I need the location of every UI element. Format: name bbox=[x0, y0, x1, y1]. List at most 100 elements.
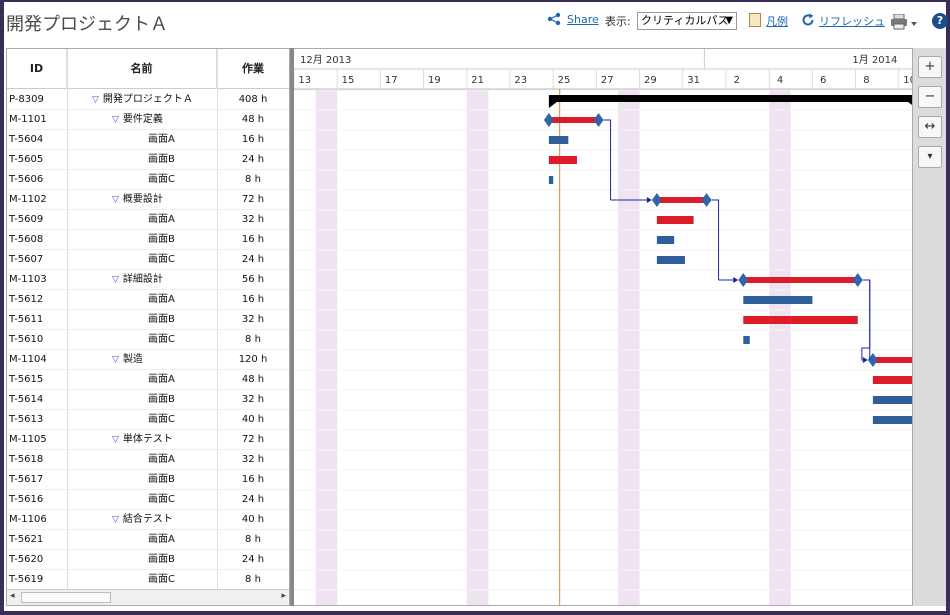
collapse-toggle-icon[interactable]: ▽ bbox=[112, 515, 119, 525]
table-row[interactable]: T-5612 画面A 16 h bbox=[7, 290, 289, 310]
scroll-left-icon[interactable]: ◂ bbox=[10, 591, 15, 601]
day-label: 8 bbox=[863, 75, 869, 86]
table-row[interactable]: T-5609 画面A 32 h bbox=[7, 210, 289, 230]
table-row[interactable]: T-5618 画面A 32 h bbox=[7, 450, 289, 470]
milestone-diamond bbox=[852, 273, 863, 287]
critical-bar bbox=[743, 277, 858, 283]
row-name-text: 概要設計 bbox=[122, 194, 163, 205]
collapse-toggle-icon[interactable]: ▽ bbox=[92, 95, 99, 105]
table-row[interactable]: T-5613 画面C 40 h bbox=[7, 410, 289, 430]
scrollbar-thumb[interactable] bbox=[21, 592, 111, 603]
critical-bar bbox=[656, 197, 707, 203]
table-row[interactable]: P-8309 ▽ 開発プロジェクトＡ 408 h bbox=[7, 90, 289, 110]
table-row[interactable]: M-1102 ▽ 概要設計 72 h bbox=[7, 190, 289, 210]
table-row[interactable]: M-1103 ▽ 詳細設計 56 h bbox=[7, 270, 289, 290]
day-label: 23 bbox=[514, 75, 527, 86]
fit-width-button[interactable]: ↔ bbox=[918, 116, 942, 138]
row-name-text: 画面B bbox=[148, 554, 175, 565]
collapse-toggle-icon[interactable]: ▽ bbox=[112, 115, 119, 125]
table-row[interactable]: M-1105 ▽ 単体テスト 72 h bbox=[7, 430, 289, 450]
zoom-in-button[interactable]: + bbox=[918, 56, 942, 78]
table-row[interactable]: T-5614 画面B 32 h bbox=[7, 390, 289, 410]
collapse-toggle-icon[interactable]: ▽ bbox=[112, 195, 119, 205]
row-name-text: 画面C bbox=[148, 574, 175, 585]
task-bar bbox=[548, 136, 569, 144]
row-id: T-5614 bbox=[9, 394, 44, 405]
table-row[interactable]: T-5619 画面C 8 h bbox=[7, 570, 289, 590]
day-label: 27 bbox=[601, 75, 614, 86]
collapse-toggle-icon[interactable]: ▽ bbox=[112, 275, 119, 285]
help-icon[interactable]: ? bbox=[932, 13, 948, 29]
row-id: M-1102 bbox=[9, 194, 47, 205]
table-row[interactable]: M-1106 ▽ 結合テスト 40 h bbox=[7, 510, 289, 530]
column-header-id[interactable]: ID bbox=[7, 49, 67, 89]
row-work: 408 h bbox=[238, 94, 268, 105]
milestone-diamond bbox=[701, 193, 712, 207]
view-select[interactable]: クリティカルパス ▼ bbox=[637, 12, 737, 30]
table-row[interactable]: T-5607 画面C 24 h bbox=[7, 250, 289, 270]
table-row[interactable]: T-5615 画面A 48 h bbox=[7, 370, 289, 390]
row-work: 8 h bbox=[245, 334, 261, 345]
column-header-name[interactable]: 名前 bbox=[67, 49, 217, 89]
row-id: T-5604 bbox=[9, 134, 44, 145]
refresh-link[interactable]: リフレッシュ bbox=[819, 13, 885, 29]
print-icon[interactable] bbox=[891, 14, 919, 30]
weekend-shade bbox=[466, 89, 489, 605]
table-row[interactable]: M-1104 ▽ 製造 120 h bbox=[7, 350, 289, 370]
row-work: 24 h bbox=[241, 254, 265, 265]
grid-header: ID 名前 作業 bbox=[7, 49, 289, 89]
table-row[interactable]: T-5616 画面C 24 h bbox=[7, 490, 289, 510]
scroll-right-icon[interactable]: ▸ bbox=[281, 591, 286, 601]
row-name-text: 結合テスト bbox=[122, 514, 173, 525]
critical-bar bbox=[548, 117, 599, 123]
row-work: 72 h bbox=[241, 434, 265, 445]
grid-horizontal-scrollbar[interactable]: ◂ ▸ bbox=[7, 589, 289, 605]
zoom-menu-button[interactable]: ▾ bbox=[918, 146, 942, 168]
zoom-out-button[interactable]: − bbox=[918, 86, 942, 108]
refresh-icon[interactable] bbox=[801, 13, 815, 27]
row-id: T-5617 bbox=[9, 474, 44, 485]
critical-bar bbox=[872, 376, 912, 384]
page-title: 開発プロジェクトＡ bbox=[6, 14, 168, 35]
table-row[interactable]: T-5610 画面C 8 h bbox=[7, 330, 289, 350]
row-id: T-5608 bbox=[9, 234, 44, 245]
collapse-toggle-icon[interactable]: ▽ bbox=[112, 355, 119, 365]
row-name-text: 画面A bbox=[148, 134, 175, 145]
table-row[interactable]: T-5604 画面A 16 h bbox=[7, 130, 289, 150]
table-row[interactable]: T-5620 画面B 24 h bbox=[7, 550, 289, 570]
table-row[interactable]: T-5621 画面A 8 h bbox=[7, 530, 289, 550]
row-work: 72 h bbox=[241, 194, 265, 205]
legend-link[interactable]: 凡例 bbox=[766, 13, 788, 29]
table-row[interactable]: T-5605 画面B 24 h bbox=[7, 150, 289, 170]
row-id: M-1106 bbox=[9, 514, 47, 525]
column-header-work[interactable]: 作業 bbox=[217, 49, 289, 89]
row-name: 画面C bbox=[148, 330, 175, 349]
row-name-text: 要件定義 bbox=[122, 114, 163, 125]
gantt-canvas: 12月 20131月 20142月 2014131517192123252729… bbox=[294, 49, 912, 605]
table-row[interactable]: T-5611 画面B 32 h bbox=[7, 310, 289, 330]
row-name: 画面B bbox=[148, 390, 175, 409]
row-name: ▽ 要件定義 bbox=[112, 110, 163, 130]
view-select-value: クリティカルパス bbox=[641, 14, 729, 27]
table-row[interactable]: T-5608 画面B 16 h bbox=[7, 230, 289, 250]
legend-icon[interactable] bbox=[749, 13, 761, 27]
table-row[interactable]: M-1101 ▽ 要件定義 48 h bbox=[7, 110, 289, 130]
task-bar bbox=[872, 416, 912, 424]
table-row[interactable]: T-5617 画面B 16 h bbox=[7, 470, 289, 490]
app-window: 開発プロジェクトＡ Share 表示: クリティカルパス ▼ 凡例 リフレッシュ… bbox=[4, 2, 948, 611]
share-link[interactable]: Share bbox=[567, 13, 599, 26]
row-name: 画面A bbox=[148, 130, 175, 149]
row-work: 40 h bbox=[241, 514, 265, 525]
row-id: T-5621 bbox=[9, 534, 44, 545]
dependency-line bbox=[711, 199, 720, 280]
row-name-text: 画面B bbox=[148, 154, 175, 165]
critical-bar bbox=[548, 156, 577, 164]
share-icon[interactable] bbox=[547, 12, 561, 26]
row-name: 画面B bbox=[148, 230, 175, 249]
row-name-text: 開発プロジェクトＡ bbox=[102, 94, 193, 105]
row-work: 40 h bbox=[241, 414, 265, 425]
row-name-text: 画面B bbox=[148, 474, 175, 485]
task-bar bbox=[743, 296, 813, 304]
table-row[interactable]: T-5606 画面C 8 h bbox=[7, 170, 289, 190]
collapse-toggle-icon[interactable]: ▽ bbox=[112, 435, 119, 445]
